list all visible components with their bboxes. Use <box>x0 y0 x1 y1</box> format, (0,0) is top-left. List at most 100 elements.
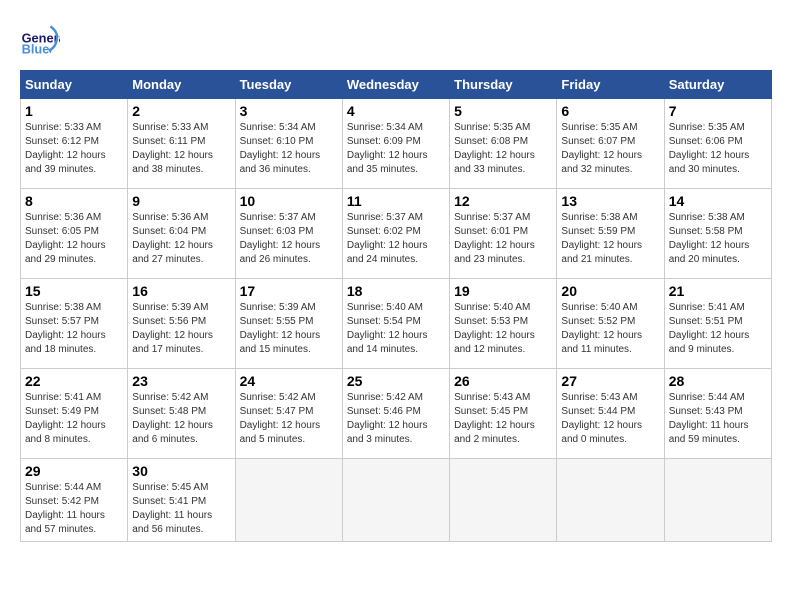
day-number: 15 <box>25 283 123 299</box>
calendar-cell: 30 Sunrise: 5:45 AMSunset: 5:41 PMDaylig… <box>128 459 235 542</box>
day-number: 30 <box>132 463 230 479</box>
day-info: Sunrise: 5:41 AMSunset: 5:49 PMDaylight:… <box>25 392 106 445</box>
day-info: Sunrise: 5:39 AMSunset: 5:55 PMDaylight:… <box>240 302 321 355</box>
calendar-cell: 18 Sunrise: 5:40 AMSunset: 5:54 PMDaylig… <box>342 279 449 369</box>
calendar-cell <box>450 459 557 542</box>
calendar-cell <box>235 459 342 542</box>
logo-icon: General Blue <box>20 20 60 60</box>
day-number: 26 <box>454 373 552 389</box>
day-number: 17 <box>240 283 338 299</box>
page-header: General Blue <box>20 20 772 60</box>
day-info: Sunrise: 5:38 AMSunset: 5:59 PMDaylight:… <box>561 212 642 265</box>
calendar-cell <box>557 459 664 542</box>
calendar-cell: 2 Sunrise: 5:33 AMSunset: 6:11 PMDayligh… <box>128 99 235 189</box>
calendar-cell: 14 Sunrise: 5:38 AMSunset: 5:58 PMDaylig… <box>664 189 771 279</box>
calendar-cell: 3 Sunrise: 5:34 AMSunset: 6:10 PMDayligh… <box>235 99 342 189</box>
day-number: 29 <box>25 463 123 479</box>
day-number: 10 <box>240 193 338 209</box>
col-header-saturday: Saturday <box>664 71 771 99</box>
day-number: 6 <box>561 103 659 119</box>
calendar-cell: 22 Sunrise: 5:41 AMSunset: 5:49 PMDaylig… <box>21 369 128 459</box>
day-number: 16 <box>132 283 230 299</box>
day-info: Sunrise: 5:38 AMSunset: 5:57 PMDaylight:… <box>25 302 106 355</box>
day-number: 12 <box>454 193 552 209</box>
calendar-table: SundayMondayTuesdayWednesdayThursdayFrid… <box>20 70 772 542</box>
calendar-cell: 21 Sunrise: 5:41 AMSunset: 5:51 PMDaylig… <box>664 279 771 369</box>
day-number: 24 <box>240 373 338 389</box>
logo: General Blue <box>20 20 65 60</box>
day-number: 1 <box>25 103 123 119</box>
day-info: Sunrise: 5:38 AMSunset: 5:58 PMDaylight:… <box>669 212 750 265</box>
col-header-monday: Monday <box>128 71 235 99</box>
calendar-cell: 29 Sunrise: 5:44 AMSunset: 5:42 PMDaylig… <box>21 459 128 542</box>
day-info: Sunrise: 5:35 AMSunset: 6:06 PMDaylight:… <box>669 122 750 175</box>
day-info: Sunrise: 5:43 AMSunset: 5:44 PMDaylight:… <box>561 392 642 445</box>
day-number: 27 <box>561 373 659 389</box>
day-info: Sunrise: 5:40 AMSunset: 5:53 PMDaylight:… <box>454 302 535 355</box>
day-info: Sunrise: 5:42 AMSunset: 5:48 PMDaylight:… <box>132 392 213 445</box>
day-number: 21 <box>669 283 767 299</box>
day-number: 7 <box>669 103 767 119</box>
col-header-tuesday: Tuesday <box>235 71 342 99</box>
day-number: 28 <box>669 373 767 389</box>
calendar-cell: 27 Sunrise: 5:43 AMSunset: 5:44 PMDaylig… <box>557 369 664 459</box>
calendar-cell: 28 Sunrise: 5:44 AMSunset: 5:43 PMDaylig… <box>664 369 771 459</box>
calendar-cell: 10 Sunrise: 5:37 AMSunset: 6:03 PMDaylig… <box>235 189 342 279</box>
day-info: Sunrise: 5:42 AMSunset: 5:46 PMDaylight:… <box>347 392 428 445</box>
day-number: 14 <box>669 193 767 209</box>
day-number: 22 <box>25 373 123 389</box>
day-number: 25 <box>347 373 445 389</box>
calendar-cell <box>664 459 771 542</box>
day-info: Sunrise: 5:34 AMSunset: 6:10 PMDaylight:… <box>240 122 321 175</box>
calendar-cell: 5 Sunrise: 5:35 AMSunset: 6:08 PMDayligh… <box>450 99 557 189</box>
calendar-week-3: 15 Sunrise: 5:38 AMSunset: 5:57 PMDaylig… <box>21 279 772 369</box>
day-number: 3 <box>240 103 338 119</box>
day-info: Sunrise: 5:33 AMSunset: 6:12 PMDaylight:… <box>25 122 106 175</box>
day-info: Sunrise: 5:44 AMSunset: 5:43 PMDaylight:… <box>669 392 749 445</box>
calendar-cell: 8 Sunrise: 5:36 AMSunset: 6:05 PMDayligh… <box>21 189 128 279</box>
calendar-week-1: 1 Sunrise: 5:33 AMSunset: 6:12 PMDayligh… <box>21 99 772 189</box>
day-info: Sunrise: 5:40 AMSunset: 5:54 PMDaylight:… <box>347 302 428 355</box>
calendar-cell: 13 Sunrise: 5:38 AMSunset: 5:59 PMDaylig… <box>557 189 664 279</box>
day-number: 5 <box>454 103 552 119</box>
calendar-cell: 26 Sunrise: 5:43 AMSunset: 5:45 PMDaylig… <box>450 369 557 459</box>
calendar-week-5: 29 Sunrise: 5:44 AMSunset: 5:42 PMDaylig… <box>21 459 772 542</box>
day-info: Sunrise: 5:42 AMSunset: 5:47 PMDaylight:… <box>240 392 321 445</box>
col-header-sunday: Sunday <box>21 71 128 99</box>
calendar-cell: 17 Sunrise: 5:39 AMSunset: 5:55 PMDaylig… <box>235 279 342 369</box>
day-info: Sunrise: 5:35 AMSunset: 6:07 PMDaylight:… <box>561 122 642 175</box>
calendar-cell: 6 Sunrise: 5:35 AMSunset: 6:07 PMDayligh… <box>557 99 664 189</box>
day-number: 23 <box>132 373 230 389</box>
day-info: Sunrise: 5:37 AMSunset: 6:02 PMDaylight:… <box>347 212 428 265</box>
day-info: Sunrise: 5:36 AMSunset: 6:04 PMDaylight:… <box>132 212 213 265</box>
calendar-cell: 20 Sunrise: 5:40 AMSunset: 5:52 PMDaylig… <box>557 279 664 369</box>
day-info: Sunrise: 5:35 AMSunset: 6:08 PMDaylight:… <box>454 122 535 175</box>
day-info: Sunrise: 5:45 AMSunset: 5:41 PMDaylight:… <box>132 482 212 535</box>
calendar-week-4: 22 Sunrise: 5:41 AMSunset: 5:49 PMDaylig… <box>21 369 772 459</box>
calendar-cell: 19 Sunrise: 5:40 AMSunset: 5:53 PMDaylig… <box>450 279 557 369</box>
calendar-cell: 25 Sunrise: 5:42 AMSunset: 5:46 PMDaylig… <box>342 369 449 459</box>
calendar-cell: 7 Sunrise: 5:35 AMSunset: 6:06 PMDayligh… <box>664 99 771 189</box>
calendar-week-2: 8 Sunrise: 5:36 AMSunset: 6:05 PMDayligh… <box>21 189 772 279</box>
svg-text:Blue: Blue <box>22 42 50 57</box>
day-info: Sunrise: 5:41 AMSunset: 5:51 PMDaylight:… <box>669 302 750 355</box>
col-header-friday: Friday <box>557 71 664 99</box>
col-header-thursday: Thursday <box>450 71 557 99</box>
day-info: Sunrise: 5:37 AMSunset: 6:01 PMDaylight:… <box>454 212 535 265</box>
calendar-cell: 12 Sunrise: 5:37 AMSunset: 6:01 PMDaylig… <box>450 189 557 279</box>
calendar-cell: 16 Sunrise: 5:39 AMSunset: 5:56 PMDaylig… <box>128 279 235 369</box>
calendar-cell: 23 Sunrise: 5:42 AMSunset: 5:48 PMDaylig… <box>128 369 235 459</box>
calendar-cell <box>342 459 449 542</box>
day-info: Sunrise: 5:39 AMSunset: 5:56 PMDaylight:… <box>132 302 213 355</box>
day-number: 11 <box>347 193 445 209</box>
day-info: Sunrise: 5:36 AMSunset: 6:05 PMDaylight:… <box>25 212 106 265</box>
day-number: 9 <box>132 193 230 209</box>
calendar-cell: 15 Sunrise: 5:38 AMSunset: 5:57 PMDaylig… <box>21 279 128 369</box>
calendar-cell: 1 Sunrise: 5:33 AMSunset: 6:12 PMDayligh… <box>21 99 128 189</box>
calendar-cell: 4 Sunrise: 5:34 AMSunset: 6:09 PMDayligh… <box>342 99 449 189</box>
day-info: Sunrise: 5:44 AMSunset: 5:42 PMDaylight:… <box>25 482 105 535</box>
day-info: Sunrise: 5:37 AMSunset: 6:03 PMDaylight:… <box>240 212 321 265</box>
day-number: 8 <box>25 193 123 209</box>
day-number: 18 <box>347 283 445 299</box>
day-number: 20 <box>561 283 659 299</box>
